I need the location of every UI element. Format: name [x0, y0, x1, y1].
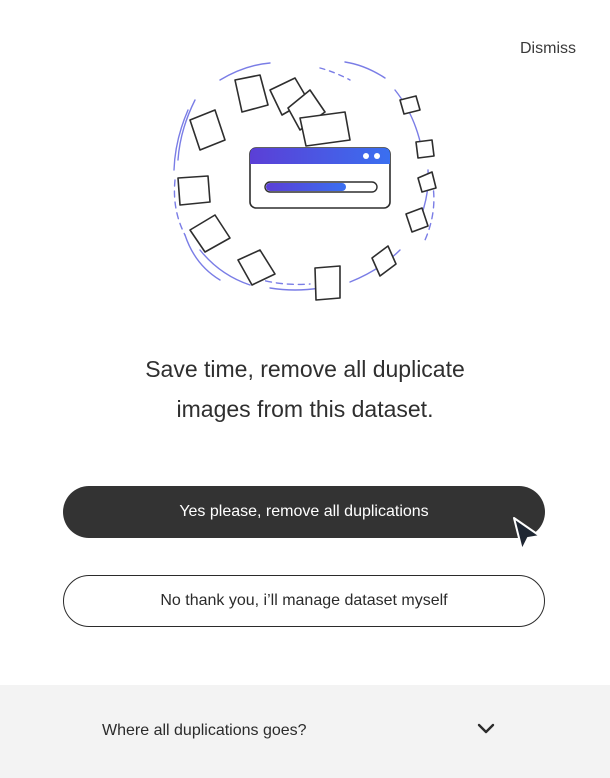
headline: Save time, remove all duplicate images f…	[0, 349, 610, 429]
remove-duplicates-button[interactable]: Yes please, remove all duplications	[63, 486, 545, 538]
mouse-pointer-icon	[513, 517, 541, 551]
chevron-down-icon[interactable]	[476, 722, 496, 736]
manage-dataset-myself-button[interactable]: No thank you, i’ll manage dataset myself	[63, 575, 545, 627]
faq-accordion[interactable]: Where all duplications goes?	[0, 685, 610, 778]
duplicate-removal-dialog: Dismiss Save time, remove all duplicate …	[0, 0, 610, 778]
duplicate-files-illustration	[173, 61, 437, 301]
headline-line-1: Save time, remove all duplicate	[145, 356, 465, 382]
faq-question: Where all duplications goes?	[102, 722, 307, 739]
dismiss-button[interactable]: Dismiss	[520, 40, 576, 58]
headline-line-2: images from this dataset.	[176, 396, 434, 422]
browser-window-graphic	[249, 147, 391, 209]
